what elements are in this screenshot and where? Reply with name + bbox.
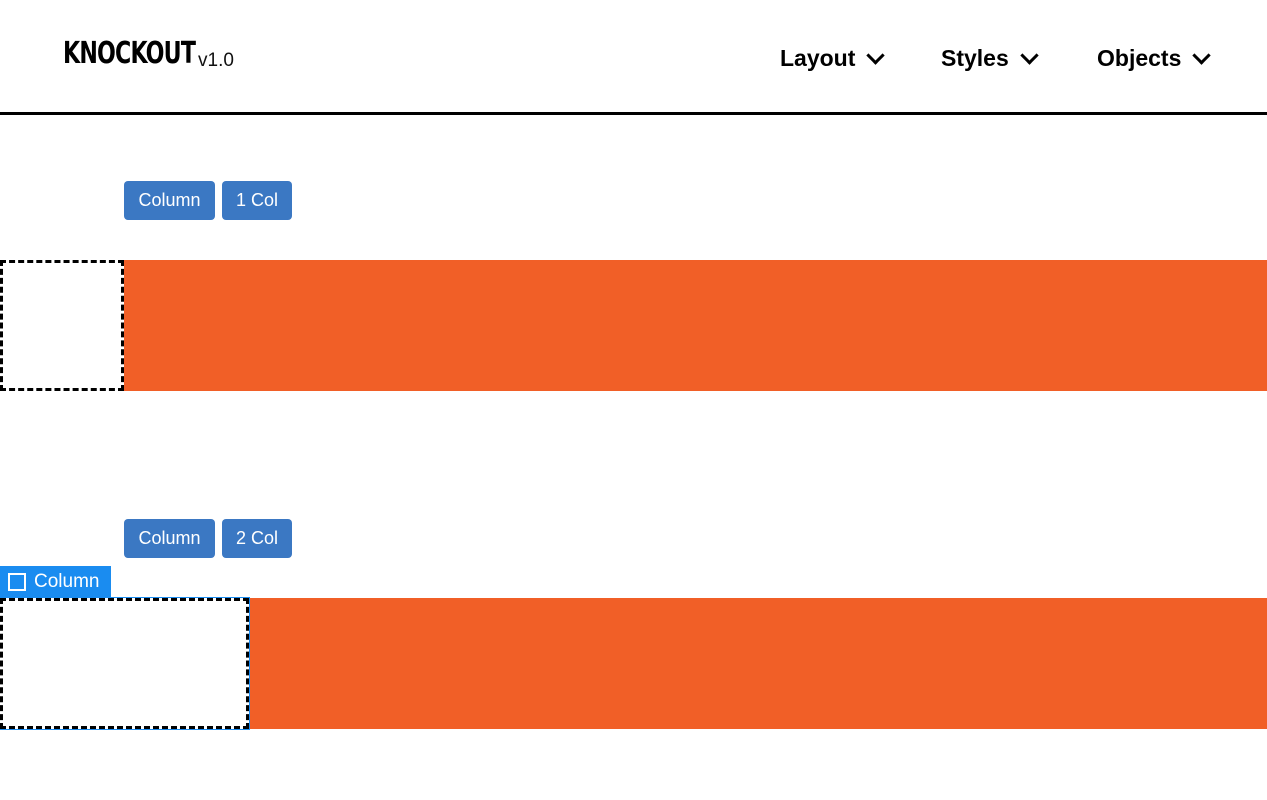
row-section[interactable] bbox=[0, 260, 1267, 391]
chevron-down-icon bbox=[866, 46, 886, 65]
nav-layout[interactable]: Layout bbox=[780, 45, 886, 72]
logo[interactable]: KNOCKOUT bbox=[63, 36, 196, 71]
column-button[interactable]: Column bbox=[124, 181, 215, 220]
chevron-down-icon bbox=[1192, 46, 1212, 65]
chevron-down-icon bbox=[1020, 46, 1039, 65]
col-count-button[interactable]: 1 Col bbox=[222, 181, 292, 220]
nav-label: Styles bbox=[941, 45, 1009, 71]
nav-objects[interactable]: Objects bbox=[1097, 45, 1212, 72]
nav-label: Layout bbox=[780, 45, 856, 71]
column-placeholder-selected[interactable] bbox=[0, 597, 250, 730]
column-placeholder[interactable] bbox=[0, 260, 124, 391]
selected-column-tag[interactable]: Column bbox=[0, 566, 111, 597]
nav-label: Objects bbox=[1097, 45, 1182, 71]
nav-styles[interactable]: Styles bbox=[941, 45, 1039, 72]
header: KNOCKOUT v1.0 Layout Styles Objects bbox=[0, 0, 1267, 115]
version-label: v1.0 bbox=[198, 50, 234, 71]
square-icon bbox=[8, 572, 26, 591]
col-count-button[interactable]: 2 Col bbox=[222, 519, 292, 558]
tag-label: Column bbox=[34, 570, 100, 592]
column-button[interactable]: Column bbox=[124, 519, 215, 558]
